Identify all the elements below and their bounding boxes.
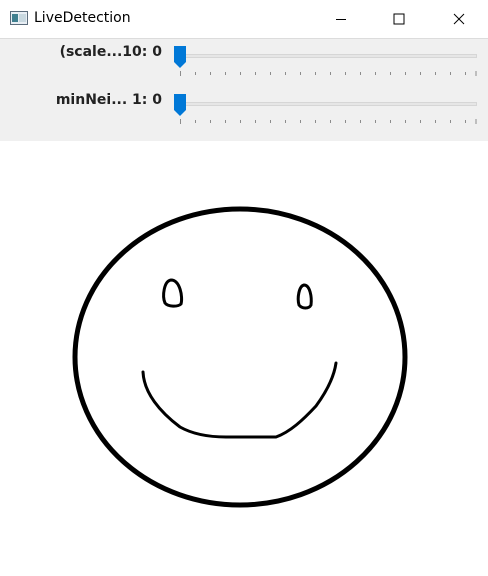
close-icon — [453, 13, 465, 25]
smiley-drawing — [72, 206, 408, 508]
face-outline — [72, 206, 408, 508]
trackbar-label: minNei... 1: 0 — [55, 92, 162, 108]
left-eye — [162, 278, 184, 308]
app-window-icon — [10, 11, 28, 25]
image-canvas — [0, 141, 488, 571]
slider-track[interactable] — [180, 102, 477, 106]
right-eye — [296, 283, 313, 310]
minimize-icon — [336, 19, 346, 20]
maximize-button[interactable] — [370, 0, 428, 38]
trackbar-label: (scale...10: 0 — [59, 44, 162, 60]
window-title: LiveDetection — [34, 10, 131, 26]
maximize-icon — [393, 13, 405, 25]
slider-ticks — [180, 71, 477, 76]
slider-ticks — [180, 119, 477, 124]
window-titlebar: LiveDetection — [0, 0, 488, 39]
close-button[interactable] — [430, 0, 488, 38]
minimize-button[interactable] — [312, 0, 370, 38]
trackbar-panel: (scale...10: 0 minNei... 1: 0 — [0, 39, 488, 141]
slider-thumb[interactable] — [173, 45, 187, 69]
slider-track[interactable] — [180, 54, 477, 58]
mouth-smile — [141, 361, 338, 439]
slider-thumb[interactable] — [173, 93, 187, 117]
